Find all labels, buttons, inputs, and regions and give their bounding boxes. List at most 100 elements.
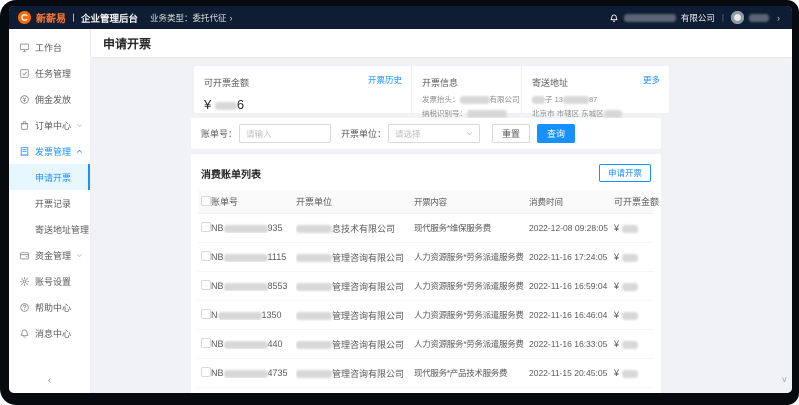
sidebar-item-label: 订单中心 <box>35 119 71 132</box>
invoice-unit-cell: 管理咨询有限公司 <box>296 338 414 351</box>
commission-icon <box>19 94 30 105</box>
user-menu-chevron-icon[interactable]: › <box>777 13 780 23</box>
amount-cell: ¥ <box>614 339 654 349</box>
table-row: N1350管理咨询有限公司人力资源服务*劳务派遣服务费2022-11-16 16… <box>198 301 654 330</box>
chevron-down-icon <box>76 252 83 259</box>
redacted-bill-no <box>224 254 268 262</box>
sidebar-item-invoice-mgmt[interactable]: 发票管理 <box>9 138 90 164</box>
row-checkbox[interactable] <box>201 338 211 348</box>
invoice-unit-cell: 管理咨询有限公司 <box>296 367 414 380</box>
redacted-row-amount <box>622 341 638 349</box>
select-all-checkbox[interactable] <box>201 196 211 206</box>
consume-time-cell: 2022-11-16 16:46:04 <box>529 310 614 320</box>
address-more-link[interactable]: 更多 <box>643 74 660 86</box>
bill-no-cell: NB935 <box>211 223 296 233</box>
message-icon <box>19 328 30 339</box>
sidebar-item-account-settings[interactable]: 账号设置 <box>9 268 90 294</box>
column-header: 可开票金额 <box>614 195 659 208</box>
redacted-bill-no <box>224 225 268 233</box>
search-button[interactable]: 查询 <box>537 124 575 143</box>
redacted-company-name <box>624 14 676 22</box>
business-type-chevron-icon[interactable]: › <box>230 13 233 23</box>
consume-time-cell: 2022-12-08 09:28:05 <box>529 223 614 233</box>
bill-no-cell: N1350 <box>211 310 296 320</box>
business-type-label[interactable]: 业务类型：委托代征 <box>150 12 227 24</box>
redacted-row-amount <box>622 370 638 378</box>
help-icon <box>19 302 30 313</box>
invoice-unit-cell: 息技术有限公司 <box>296 222 414 235</box>
table-row: NB440管理咨询有限公司人力资源服务*劳务派遣服务费2022-11-16 16… <box>198 330 654 359</box>
sidebar-item-task-mgmt[interactable]: 任务管理 <box>9 60 90 86</box>
column-header: 消费时间 <box>529 196 614 208</box>
column-header: 账单号 <box>211 195 296 208</box>
bill-list-title: 消费账单列表 <box>201 166 261 181</box>
sidebar-item-label: 寄送地址管理 <box>35 223 89 236</box>
notification-bell-icon[interactable] <box>609 13 619 23</box>
main-area: 申请开票 可开票金额 开票历史 ¥ 6 开票信息 <box>91 29 792 393</box>
row-checkbox[interactable] <box>201 251 211 261</box>
bill-no-cell: NB440 <box>211 339 296 349</box>
invoice-content-cell: 人力资源服务*劳务派遣服务费 <box>414 251 529 263</box>
brand-separator: 丨 <box>69 11 78 24</box>
invoice-unit-select[interactable]: 请选择 <box>388 124 480 143</box>
redacted-amount <box>215 102 237 110</box>
scrollbar-down-arrow[interactable]: ˅ <box>782 376 787 385</box>
row-checkbox[interactable] <box>201 309 211 319</box>
task-icon <box>19 68 30 79</box>
content-area: 可开票金额 开票历史 ¥ 6 开票信息 发票抬头：有限公司 <box>91 57 792 393</box>
topbar-right: 有限公司 | › <box>609 11 780 24</box>
sidebar-item-order-center[interactable]: 订单中心 <box>9 112 90 138</box>
redacted-tax-id <box>467 110 507 118</box>
sidebar-item-label: 帮助中心 <box>35 301 71 314</box>
invoice-content-cell: 现代服务*产品技术服务费 <box>414 367 529 379</box>
redacted-unit-name <box>296 283 332 291</box>
sidebar-item-help-center[interactable]: 帮助中心 <box>9 294 90 320</box>
sidebar-item-message-center[interactable]: 消息中心 <box>9 320 90 346</box>
sidebar-item-address-mgmt[interactable]: 寄送地址管理 <box>9 216 90 242</box>
page-title: 申请开票 <box>91 29 792 57</box>
bill-no-label: 账单号： <box>201 127 237 140</box>
row-checkbox[interactable] <box>201 222 211 232</box>
reset-button[interactable]: 重置 <box>492 124 530 143</box>
sidebar-collapse-button[interactable]: ‹ <box>9 375 90 386</box>
bill-no-cell: NB1115 <box>211 252 296 262</box>
bill-no-input[interactable] <box>239 124 331 143</box>
summary-panel: 可开票金额 开票历史 ¥ 6 开票信息 发票抬头：有限公司 <box>194 66 669 113</box>
apply-invoice-button[interactable]: 申请开票 <box>599 164 651 182</box>
funds-icon <box>19 250 30 261</box>
brand-name: 新薪易 <box>36 10 66 25</box>
redacted-bill-no <box>218 312 262 320</box>
sidebar-item-funds-mgmt[interactable]: 资金管理 <box>9 242 90 268</box>
amount-cell: ¥ <box>614 223 654 233</box>
sidebar-item-workbench[interactable]: 工作台 <box>9 34 90 60</box>
user-avatar[interactable] <box>731 11 744 24</box>
bill-list-panel: 消费账单列表 申请开票 账单号开票单位开票内容消费时间可开票金额 NB935息技… <box>191 154 661 393</box>
sidebar-item-commission[interactable]: 佣金发放 <box>9 86 90 112</box>
sidebar-item-invoice-records[interactable]: 开票记录 <box>9 190 90 216</box>
sidebar-menu: 工作台任务管理佣金发放订单中心发票管理申请开票开票记录寄送地址管理资金管理账号设… <box>9 34 90 346</box>
sidebar-item-apply-invoice[interactable]: 申请开票 <box>9 164 90 190</box>
invoice-info-card: 开票信息 发票抬头：有限公司 纳税识别号： <box>411 66 521 113</box>
invoice-unit-cell: 管理咨询有限公司 <box>296 251 414 264</box>
chevron-down-icon <box>76 122 83 129</box>
topbar-divider: | <box>722 13 724 22</box>
invoiceable-amount-value: ¥ 6 <box>204 97 401 112</box>
amount-cell: ¥ <box>614 281 654 291</box>
invoice-unit-cell: 管理咨询有限公司 <box>296 280 414 293</box>
invoice-head-line: 发票抬头：有限公司 <box>422 94 511 105</box>
row-checkbox[interactable] <box>201 280 211 290</box>
invoice-history-link[interactable]: 开票历史 <box>368 74 402 86</box>
sidebar: 工作台任务管理佣金发放订单中心发票管理申请开票开票记录寄送地址管理资金管理账号设… <box>9 29 91 393</box>
redacted-user-name <box>749 14 769 22</box>
top-bar: 新薪易 丨 企业管理后台 业务类型：委托代征 › 有限公司 | › <box>9 6 792 29</box>
invoice-unit-label: 开票单位： <box>341 127 386 140</box>
amount-cell: ¥ <box>614 252 654 262</box>
redacted-row-amount <box>622 312 638 320</box>
recipient-line: 子 1387 <box>532 94 659 105</box>
sidebar-item-label: 工作台 <box>35 41 62 54</box>
redacted-row-amount <box>622 283 638 291</box>
invoice-info-title: 开票信息 <box>422 78 458 88</box>
row-checkbox[interactable] <box>201 367 211 377</box>
account-icon <box>19 276 30 287</box>
invoiceable-amount-card: 可开票金额 开票历史 ¥ 6 <box>194 66 411 113</box>
